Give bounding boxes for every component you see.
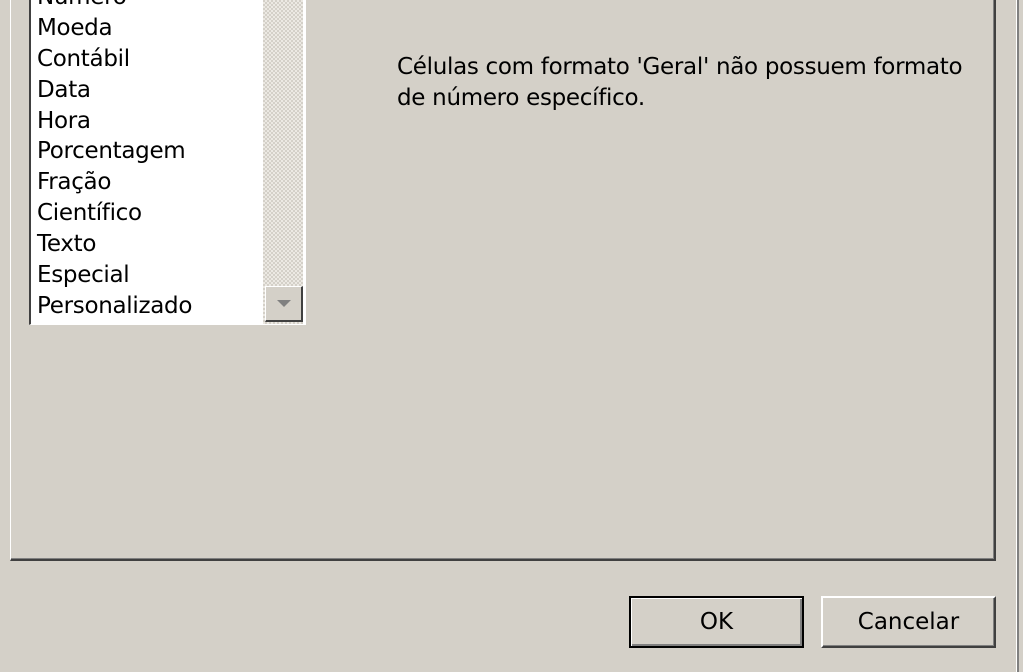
category-item-cientifico[interactable]: Científico [37,198,261,229]
category-item-porcentagem[interactable]: Porcentagem [37,136,261,167]
category-item-data[interactable]: Data [37,75,261,106]
category-item-moeda[interactable]: Moeda [37,13,261,44]
cancel-button[interactable]: Cancelar [821,596,996,648]
category-list-items: Número Moeda Contábil Data Hora Porcenta… [37,0,261,322]
ok-button[interactable]: OK [629,596,804,648]
category-item-texto[interactable]: Texto [37,229,261,260]
category-item-hora[interactable]: Hora [37,106,261,137]
category-item-personalizado[interactable]: Personalizado [37,291,261,322]
category-item-numero[interactable]: Número [37,0,261,13]
category-item-contabil[interactable]: Contábil [37,44,261,75]
vertical-scrollbar-track[interactable] [263,0,303,324]
category-listbox[interactable]: Número Moeda Contábil Data Hora Porcenta… [29,0,306,325]
format-description: Células com formato 'Geral' não possuem … [397,54,963,111]
scroll-down-button[interactable] [265,286,303,322]
arrow-down-icon [276,300,291,307]
dialog-right-edge [1016,0,1019,672]
category-item-especial[interactable]: Especial [37,260,261,291]
category-item-fracao[interactable]: Fração [37,167,261,198]
